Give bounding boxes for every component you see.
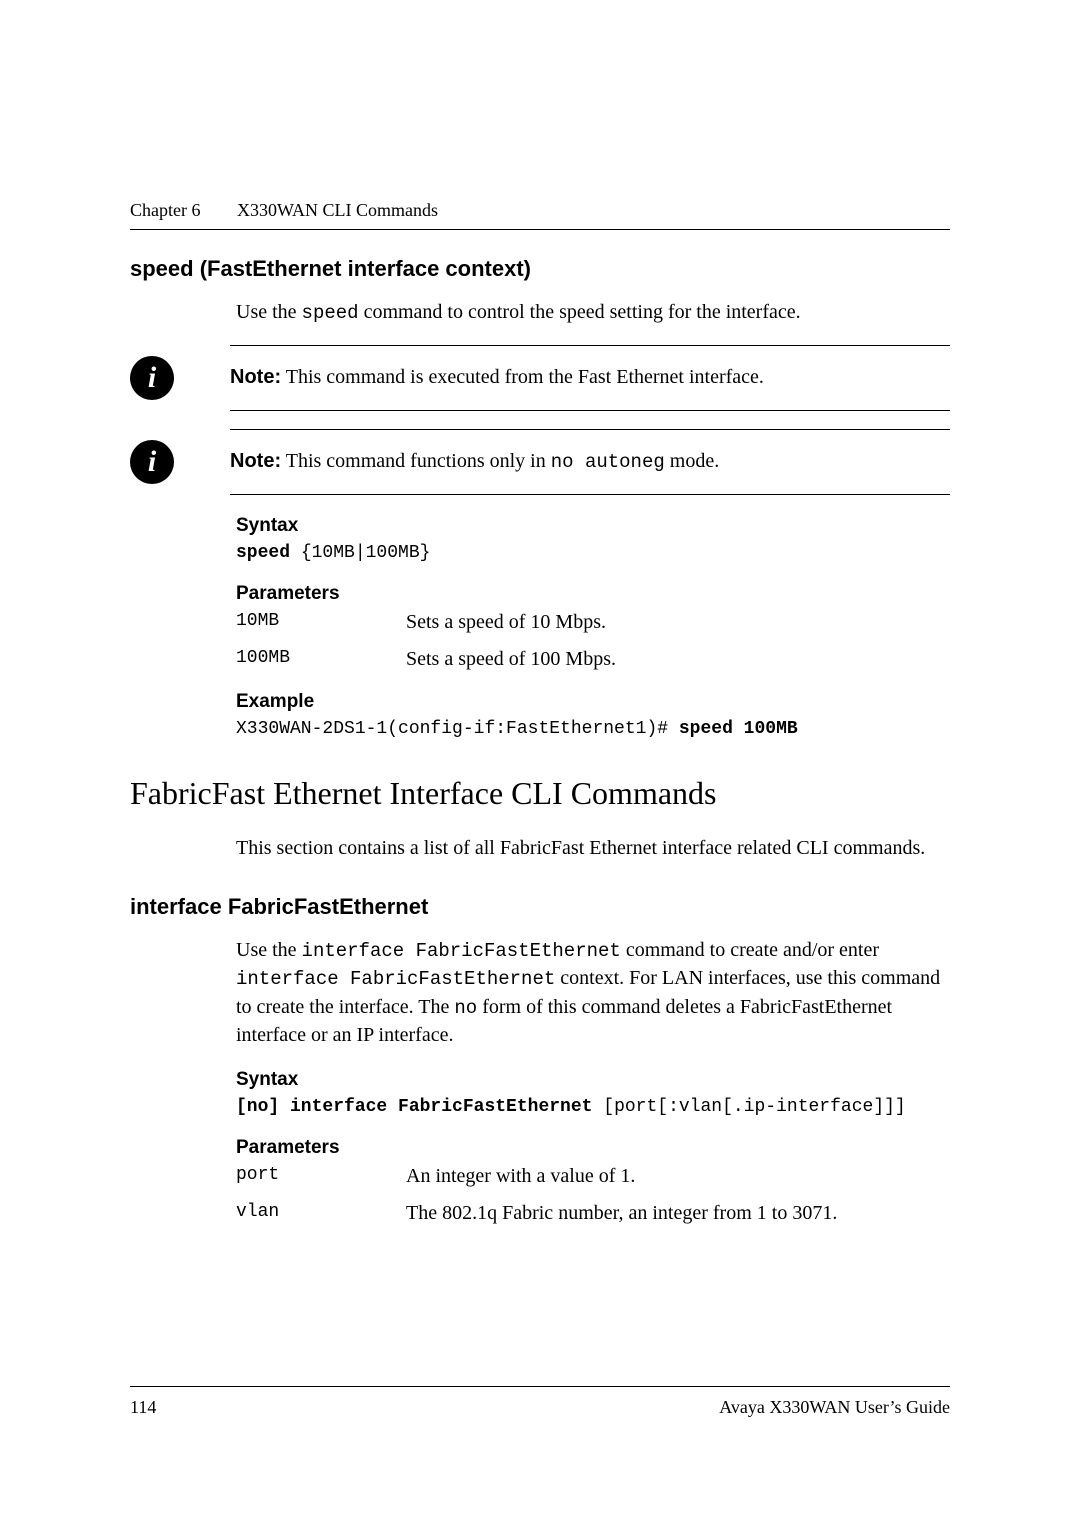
code-ffe: interface FabricFastEthernet <box>302 940 621 962</box>
interface-ffe-body: Use the interface FabricFastEthernet com… <box>236 936 950 1050</box>
note-text: Note: This command functions only in no … <box>230 450 950 473</box>
header-rule <box>130 229 950 230</box>
param-row: vlan The 802.1q Fabric number, an intege… <box>236 1202 950 1225</box>
param-name: vlan <box>236 1202 406 1225</box>
note-rule-top <box>230 345 950 346</box>
note-block: i Note: This command is executed from th… <box>130 345 950 411</box>
param-name: 100MB <box>236 648 406 671</box>
note-rule-top <box>230 429 950 430</box>
syntax-line: speed {10MB|100MB} <box>236 543 950 563</box>
parameters-heading: Parameters <box>236 583 950 605</box>
note-body-a: This command functions only in <box>286 450 551 472</box>
param-name: 10MB <box>236 611 406 634</box>
syntax-kw: [no] interface FabricFastEthernet <box>236 1097 592 1117</box>
param-desc: The 802.1q Fabric number, an integer fro… <box>406 1202 950 1225</box>
page-number: 114 <box>130 1397 156 1418</box>
note-label: Note: <box>230 450 281 472</box>
param-row: port An integer with a value of 1. <box>236 1165 950 1188</box>
footer-rule <box>130 1386 950 1387</box>
param-row: 100MB Sets a speed of 100 Mbps. <box>236 648 950 671</box>
text: command to create and/or enter <box>621 939 879 961</box>
fabricfast-intro: This section contains a list of all Fabr… <box>236 834 950 862</box>
guide-title: Avaya X330WAN User’s Guide <box>719 1397 950 1418</box>
param-row: 10MB Sets a speed of 10 Mbps. <box>236 611 950 634</box>
example-line: X330WAN-2DS1-1(config-if:FastEthernet1)#… <box>236 719 950 739</box>
text: command to control the speed setting for… <box>359 301 801 323</box>
note-rule-bottom <box>230 494 950 495</box>
param-desc: An integer with a value of 1. <box>406 1165 950 1188</box>
code-no: no <box>454 997 477 1019</box>
example-cmd: speed 100MB <box>679 719 798 739</box>
example-heading: Example <box>236 691 950 713</box>
syntax-args: [port[:vlan[.ip-interface]]] <box>592 1097 905 1117</box>
page-footer: 114 Avaya X330WAN User’s Guide <box>130 1386 950 1418</box>
syntax-heading: Syntax <box>236 515 950 537</box>
param-name: port <box>236 1165 406 1188</box>
note-block: i Note: This command functions only in n… <box>130 429 950 495</box>
chapter-label: Chapter 6 <box>130 200 200 220</box>
text: Use the <box>236 301 302 323</box>
running-header: Chapter 6 X330WAN CLI Commands <box>130 200 950 221</box>
syntax-line: [no] interface FabricFastEthernet [port[… <box>236 1097 950 1117</box>
section-heading-interface-ffe: interface FabricFastEthernet <box>130 894 950 920</box>
info-icon: i <box>130 356 174 400</box>
syntax-args: {10MB|100MB} <box>290 543 430 563</box>
code-ffe: interface FabricFastEthernet <box>236 968 555 990</box>
syntax-kw: speed <box>236 543 290 563</box>
note-body: This command is executed from the Fast E… <box>286 366 764 388</box>
note-label: Note: <box>230 366 281 388</box>
syntax-heading: Syntax <box>236 1069 950 1091</box>
info-icon: i <box>130 440 174 484</box>
param-desc: Sets a speed of 10 Mbps. <box>406 611 950 634</box>
text: Use the <box>236 939 302 961</box>
code-speed: speed <box>302 302 359 324</box>
section-heading-speed: speed (FastEthernet interface context) <box>130 256 950 282</box>
code-no-autoneg: no autoneg <box>551 451 665 473</box>
note-rule-bottom <box>230 410 950 411</box>
note-text: Note: This command is executed from the … <box>230 366 950 389</box>
section-heading-fabricfast: FabricFast Ethernet Interface CLI Comman… <box>130 775 950 812</box>
chapter-title: X330WAN CLI Commands <box>237 200 438 220</box>
parameters-heading: Parameters <box>236 1137 950 1159</box>
example-prefix: X330WAN-2DS1-1(config-if:FastEthernet1)# <box>236 719 679 739</box>
speed-intro: Use the speed command to control the spe… <box>236 298 950 327</box>
param-desc: Sets a speed of 100 Mbps. <box>406 648 950 671</box>
note-body-b: mode. <box>665 450 719 472</box>
